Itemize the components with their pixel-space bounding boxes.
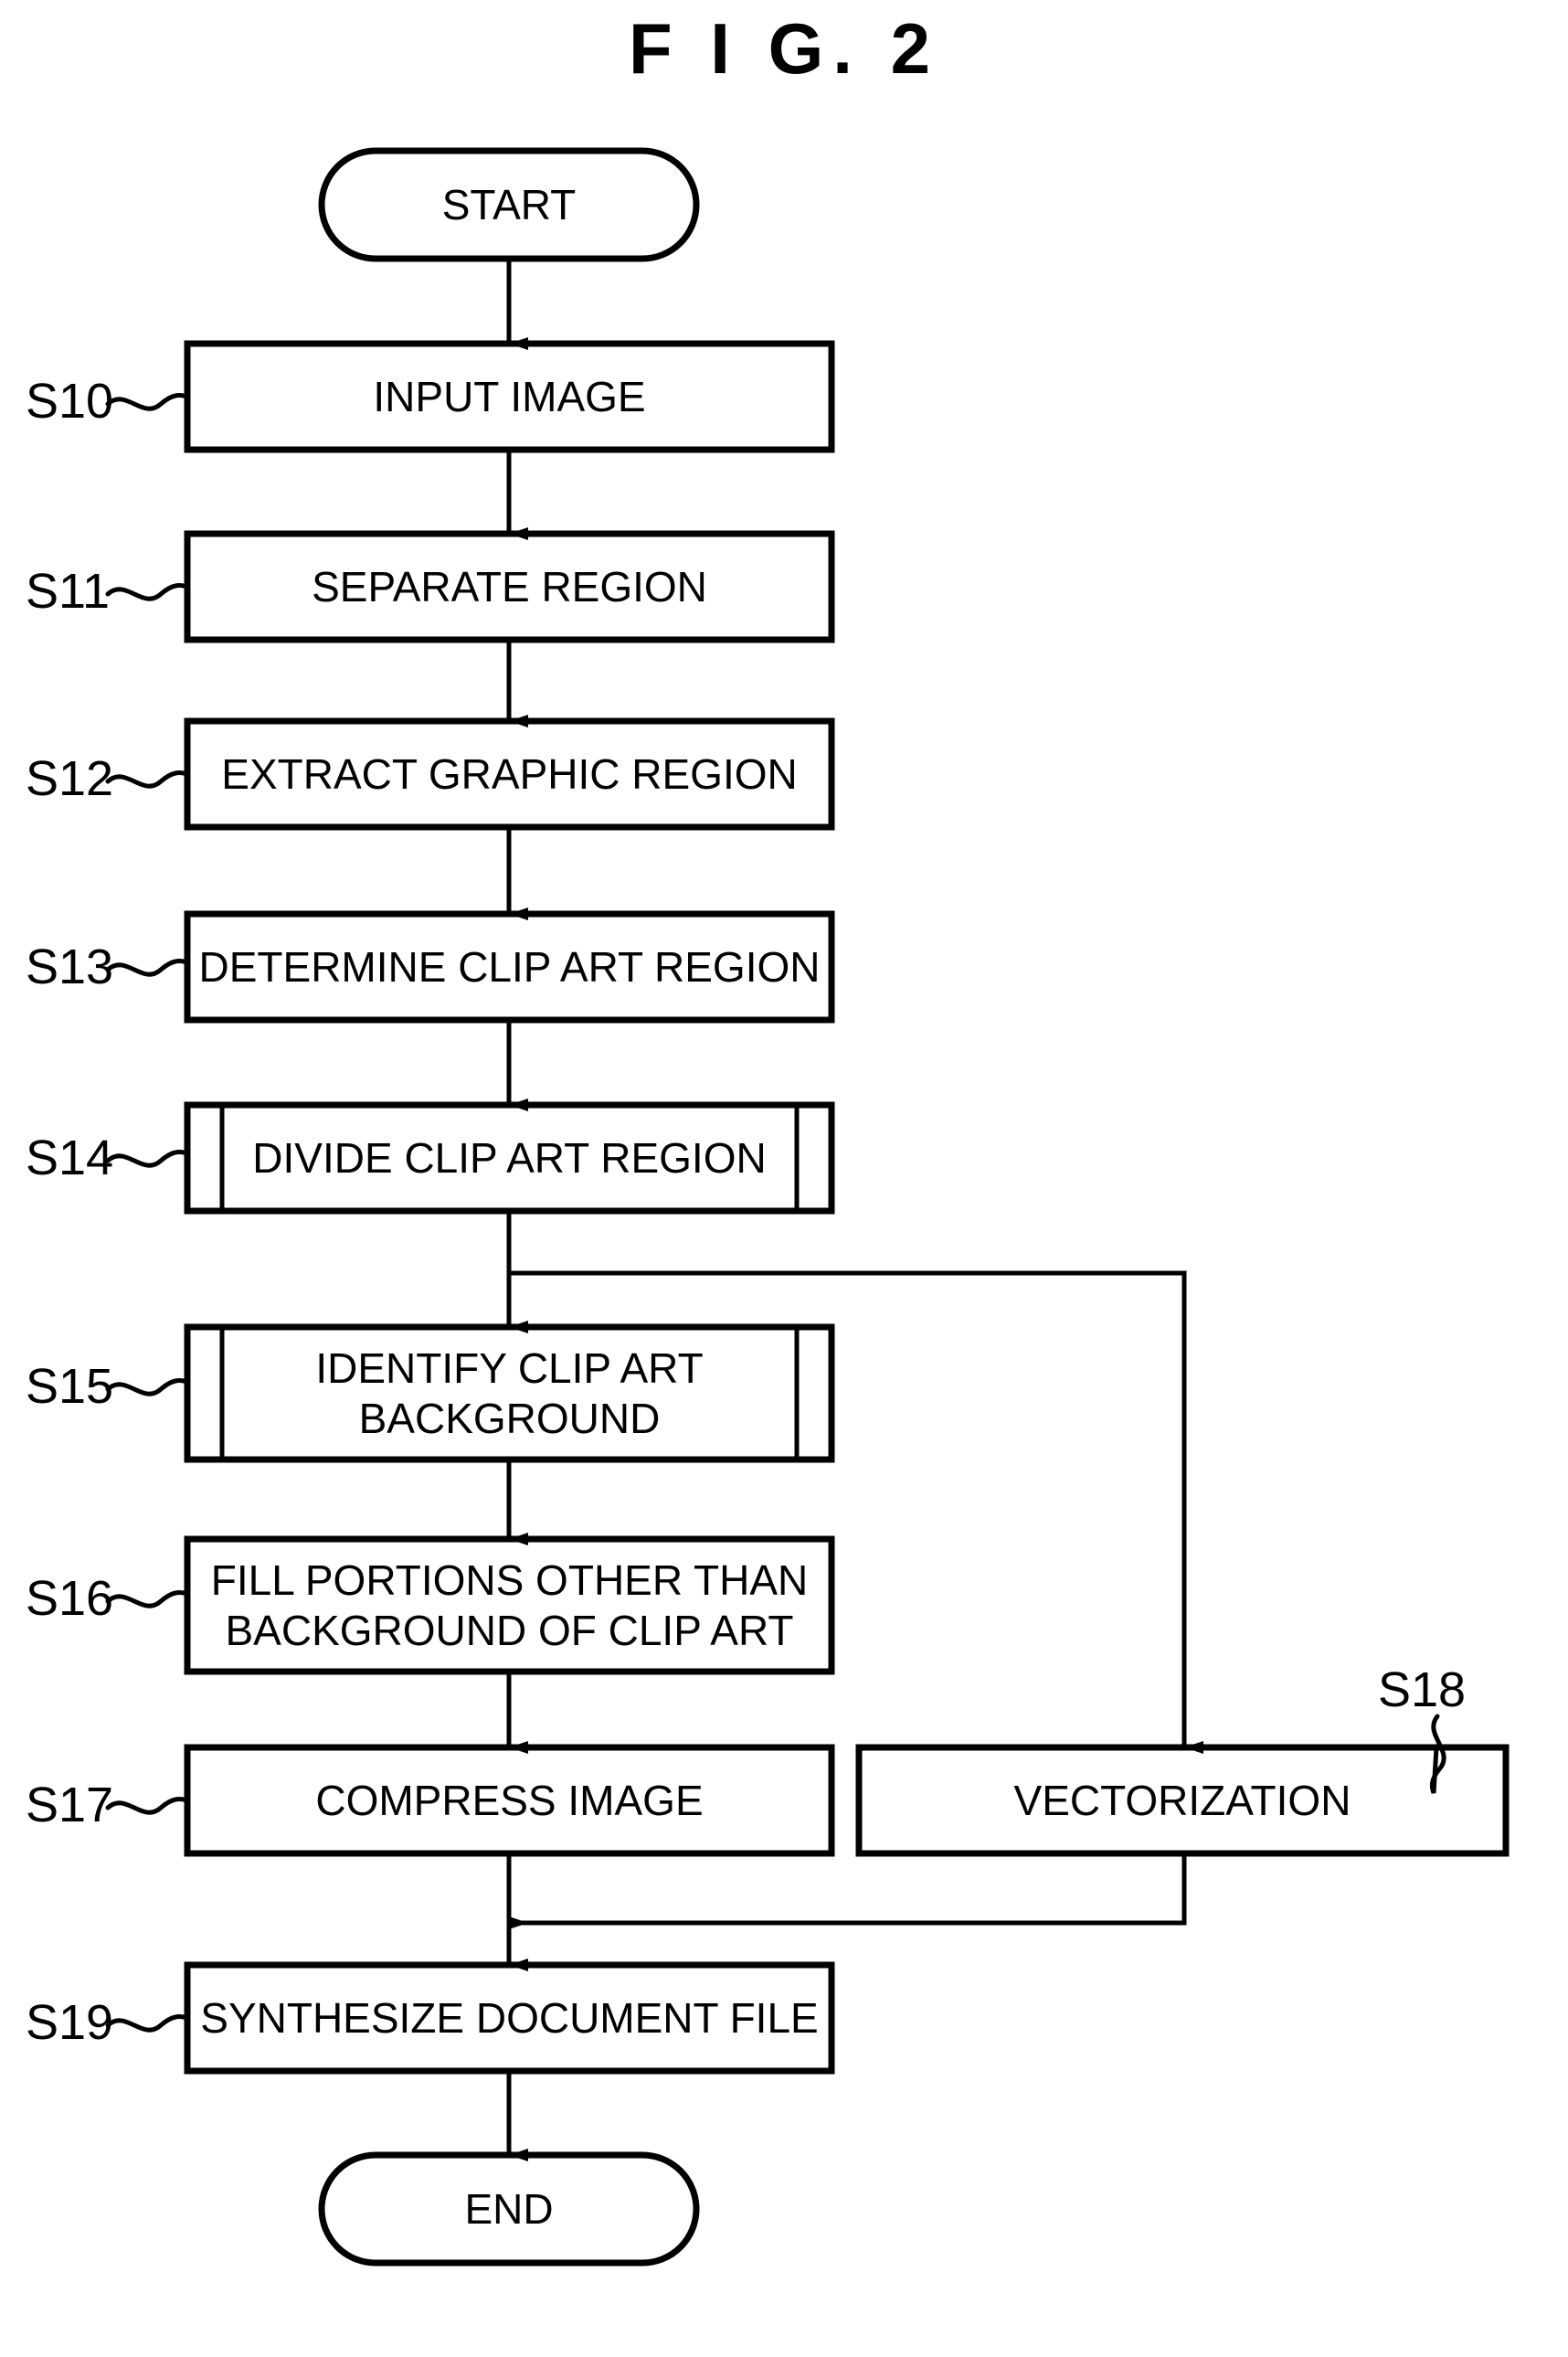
step-s18-label: VECTORIZATION xyxy=(1013,1776,1351,1824)
figure-canvas: F I G. 2 START END INPUT IMAGE SEPARATE … xyxy=(0,0,1568,2357)
step-s10-label: INPUT IMAGE xyxy=(373,372,646,420)
step-number-s13: S13 xyxy=(26,940,114,994)
leader-s14 xyxy=(105,1149,190,1168)
step-number-s12: S12 xyxy=(26,751,114,806)
step-number-s17: S17 xyxy=(26,1778,114,1832)
step-number-s14: S14 xyxy=(26,1131,114,1185)
leader-s19 xyxy=(105,2013,190,2033)
leader-s12 xyxy=(105,770,190,789)
step-s11-label: SEPARATE REGION xyxy=(312,562,707,610)
step-number-s18: S18 xyxy=(1378,1662,1467,1717)
step-number-s10: S10 xyxy=(26,374,114,429)
leader-s13 xyxy=(105,958,190,977)
step-number-s15: S15 xyxy=(26,1359,114,1414)
step-number-s19: S19 xyxy=(26,1995,114,2050)
leader-s16 xyxy=(105,1589,190,1608)
leader-s15 xyxy=(105,1377,190,1396)
step-number-s16: S16 xyxy=(26,1571,114,1626)
leader-s11 xyxy=(105,582,190,601)
step-number-s11: S11 xyxy=(26,564,111,619)
step-s19-label: SYNTHESIZE DOCUMENT FILE xyxy=(200,1993,819,2042)
step-s17-label: COMPRESS IMAGE xyxy=(315,1776,704,1824)
step-s16-label: FILL PORTIONS OTHER THAN BACKGROUND OF C… xyxy=(210,1556,809,1654)
end-terminator-label: END xyxy=(464,2184,554,2233)
step-s12-label: EXTRACT GRAPHIC REGION xyxy=(221,749,798,798)
step-s13-label: DETERMINE CLIP ART REGION xyxy=(198,942,821,991)
step-s15-label: IDENTIFY CLIP ART BACKGROUND xyxy=(315,1344,704,1442)
leader-s10 xyxy=(105,392,190,411)
step-s14-label: DIVIDE CLIP ART REGION xyxy=(252,1133,767,1182)
leader-s17 xyxy=(105,1796,190,1815)
start-terminator-label: START xyxy=(441,180,577,228)
edge-s18-to-s19-return xyxy=(509,1853,1187,1929)
